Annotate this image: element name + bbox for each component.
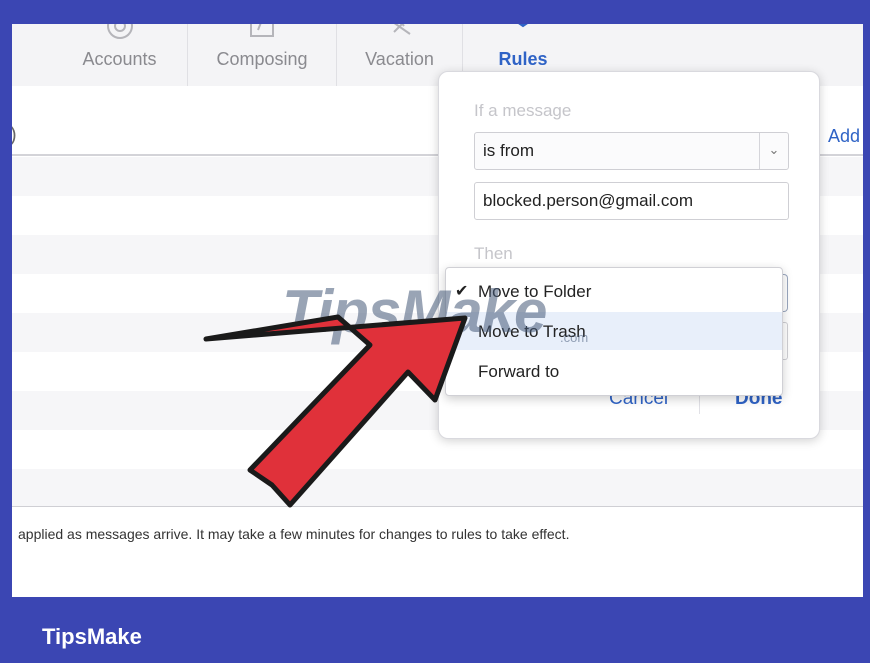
brand-logo: TipsMake: [42, 624, 142, 649]
pointer-arrow-icon: [203, 314, 468, 508]
